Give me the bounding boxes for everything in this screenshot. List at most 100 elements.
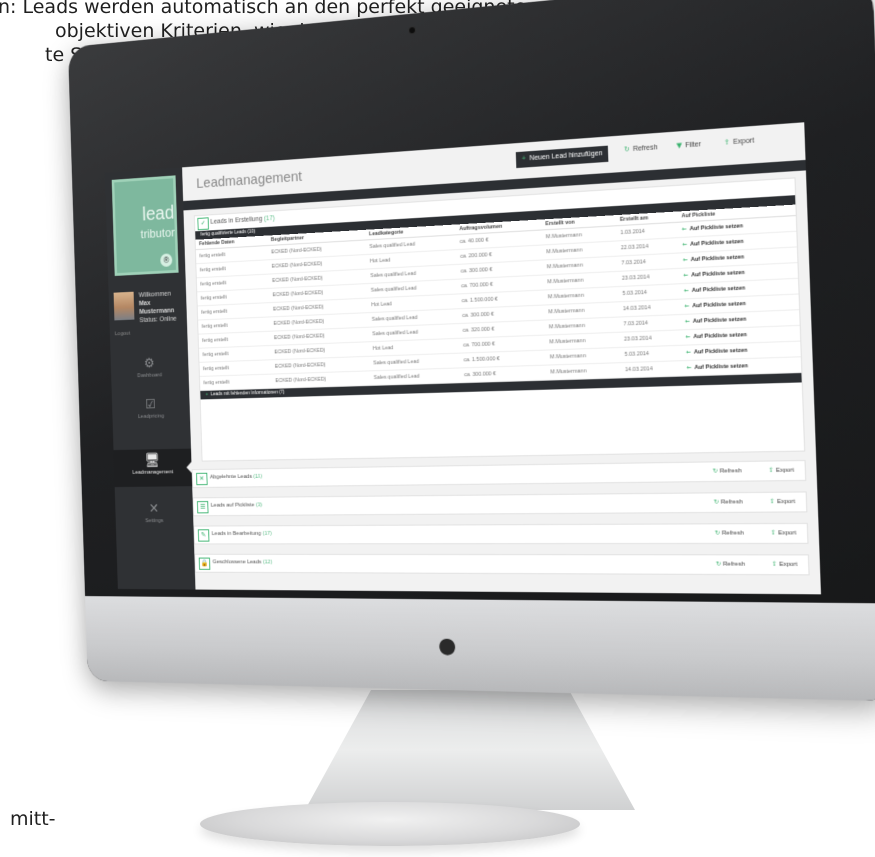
monitor: ● lead tributor ® Willkommen Max Musterm… xyxy=(67,0,875,702)
add-lead-label: Neuen Lead hinzufügen xyxy=(529,150,603,163)
export-icon: ⇪ xyxy=(770,529,777,537)
add-to-picklist-label: Auf Pickliste setzen xyxy=(690,254,745,264)
refresh-icon: ↻ xyxy=(714,529,720,537)
lock-icon: 🔒 xyxy=(198,557,211,570)
article-text-bottom: mitt- xyxy=(10,808,56,830)
arrow-left-icon: ← xyxy=(685,334,691,341)
collapsed-refresh-button[interactable]: ↻ Refresh xyxy=(712,467,742,475)
collapsed-export-button[interactable]: ⇪ Export xyxy=(769,497,796,506)
collapsed-panel-count: (17) xyxy=(262,530,273,537)
nav-item-leadpricing[interactable]: ☑ Leadpricing xyxy=(112,392,191,431)
nav-item-label: Settings xyxy=(145,518,164,524)
arrow-left-icon: ← xyxy=(683,272,689,279)
dashboard-icon: ⚙ xyxy=(143,355,155,372)
nav-item-leadmanagement[interactable]: 🖥 Leadmanagement xyxy=(113,448,193,488)
refresh-icon: ↻ xyxy=(623,145,631,154)
add-to-picklist-label: Auf Pickliste setzen xyxy=(692,300,746,310)
plus-icon: + xyxy=(205,391,209,398)
sidebar: lead tributor ® Willkommen Max Musterman… xyxy=(104,167,196,590)
collapsed-panel[interactable]: ☰ Leads auf Pickliste (3) ↻ Refresh ⇪ Export xyxy=(192,491,808,517)
app-logo[interactable]: lead tributor ® xyxy=(111,175,179,276)
settings-icon: ✕ xyxy=(148,501,160,517)
add-to-picklist-label: Auf Pickliste setzen xyxy=(693,347,748,356)
collapsed-export-button[interactable]: ⇪ Export xyxy=(768,466,794,474)
export-icon: ⇪ xyxy=(723,138,731,147)
refresh-button[interactable]: ↻ Refresh xyxy=(624,143,658,153)
logout-link[interactable]: Logout xyxy=(115,331,130,337)
arrow-left-icon: ← xyxy=(685,318,690,326)
add-to-picklist-label: Auf Pickliste setzen xyxy=(693,332,748,341)
collapsed-panel[interactable]: ✕ Abgelehnte Leads (11) ↻ Refresh ⇪ Export xyxy=(191,459,807,489)
monitor-base xyxy=(200,802,580,846)
add-to-picklist-label: Auf Pickliste setzen xyxy=(692,316,747,325)
arrow-left-icon: ← xyxy=(686,364,692,372)
collapsed-export-button[interactable]: ⇪ Export xyxy=(770,529,796,536)
collapsed-refresh-label: Refresh xyxy=(719,468,742,475)
collapsed-panel-label: Geschlossene Leads xyxy=(212,559,262,566)
collapsed-panel-title: Geschlossene Leads (12) xyxy=(213,559,273,565)
edit-icon: ✎ xyxy=(197,529,210,542)
add-lead-button[interactable]: + Neuen Lead hinzufügen xyxy=(515,145,609,169)
collapsed-panel[interactable]: 🔒 Geschlossene Leads (12) ↻ Refresh ⇪ Export xyxy=(194,553,810,576)
add-to-picklist-label: Auf Pickliste setzen xyxy=(689,223,744,233)
filter-icon: ▼ xyxy=(676,141,683,150)
collapsed-refresh-label: Refresh xyxy=(721,530,744,537)
user-profile[interactable]: Willkommen Max Mustermann Status: Online xyxy=(113,289,184,328)
export-icon: ⇪ xyxy=(771,560,778,568)
collapsed-panel-title: Abgelehnte Leads (11) xyxy=(210,474,263,480)
apple-logo-icon: ● xyxy=(437,633,457,659)
export-icon: ⇪ xyxy=(769,497,775,506)
table-cell: 14.03.2014 xyxy=(620,360,683,378)
monitor-stand xyxy=(305,690,635,810)
collapsed-export-button[interactable]: ⇪ Export xyxy=(772,561,798,568)
nav-item-label: Leadpricing xyxy=(137,413,165,420)
table-cell: fertig erstellt xyxy=(199,374,273,391)
refresh-icon: ↻ xyxy=(713,498,719,506)
collapsed-panel[interactable]: ✎ Leads in Bearbeitung (17) ↻ Refresh ⇪ Expor… xyxy=(193,522,809,545)
nav-item-settings[interactable]: ✕ Settings xyxy=(115,497,194,535)
collapsed-panel-label: Abgelehnte Leads xyxy=(209,474,253,481)
logo-text-lead: lead xyxy=(141,202,175,226)
logo-mark-icon: ® xyxy=(160,253,173,268)
avatar xyxy=(113,291,135,321)
leads-in-creation-panel: ✓ Leads in Erstellung (17) fertig qualif… xyxy=(193,177,806,462)
monitor-chin: ● xyxy=(85,596,875,702)
table-cell: M.Mustermann xyxy=(546,362,622,381)
refresh-label: Refresh xyxy=(632,144,658,154)
plus-icon: + xyxy=(521,155,526,163)
user-name: Max Mustermann xyxy=(138,300,175,316)
collapsed-export-label: Export xyxy=(779,561,798,568)
checkbox-icon: ✓ xyxy=(197,217,209,231)
collapsed-refresh-button[interactable]: ↻ Refresh xyxy=(715,529,744,536)
close-icon: ✕ xyxy=(196,472,208,486)
collapsed-export-label: Export xyxy=(776,498,796,506)
nav-item-dashboard[interactable]: ⚙ Dashboard xyxy=(111,351,190,391)
list-icon: ☰ xyxy=(196,501,209,514)
user-status: Status: Online xyxy=(139,315,177,324)
collapsed-panel-count: (12) xyxy=(262,559,273,566)
refresh-icon: ↻ xyxy=(715,560,722,568)
logo-text-tributor: tributor xyxy=(140,225,175,242)
arrow-left-icon: ← xyxy=(681,226,687,233)
missing-info-label: Leads mit fehlenden Informationen (7) xyxy=(210,389,285,398)
export-button[interactable]: ⇪ Export xyxy=(724,136,755,146)
filter-label: Filter xyxy=(684,141,702,150)
add-to-picklist-label: Auf Pickliste setzen xyxy=(694,363,749,372)
export-label: Export xyxy=(732,137,755,147)
collapsed-export-label: Export xyxy=(777,530,797,537)
arrow-left-icon: ← xyxy=(682,241,688,249)
arrow-left-icon: ← xyxy=(684,303,690,310)
camera-icon xyxy=(409,27,416,34)
collapsed-export-label: Export xyxy=(775,467,795,474)
app-screen: lead tributor ® Willkommen Max Musterman… xyxy=(104,122,821,595)
arrow-left-icon: ← xyxy=(686,349,692,356)
collapsed-refresh-label: Refresh xyxy=(722,561,745,568)
panel-count: (17) xyxy=(263,215,276,223)
collapsed-refresh-button[interactable]: ↻ Refresh xyxy=(716,560,745,567)
leadpricing-icon: ☑ xyxy=(145,397,157,413)
page-title: Leadmanagement xyxy=(196,168,303,192)
collapsed-refresh-button[interactable]: ↻ Refresh xyxy=(713,498,742,505)
arrow-left-icon: ← xyxy=(683,287,689,295)
export-icon: ⇪ xyxy=(768,466,774,475)
filter-button[interactable]: ▼ Filter xyxy=(676,140,701,150)
